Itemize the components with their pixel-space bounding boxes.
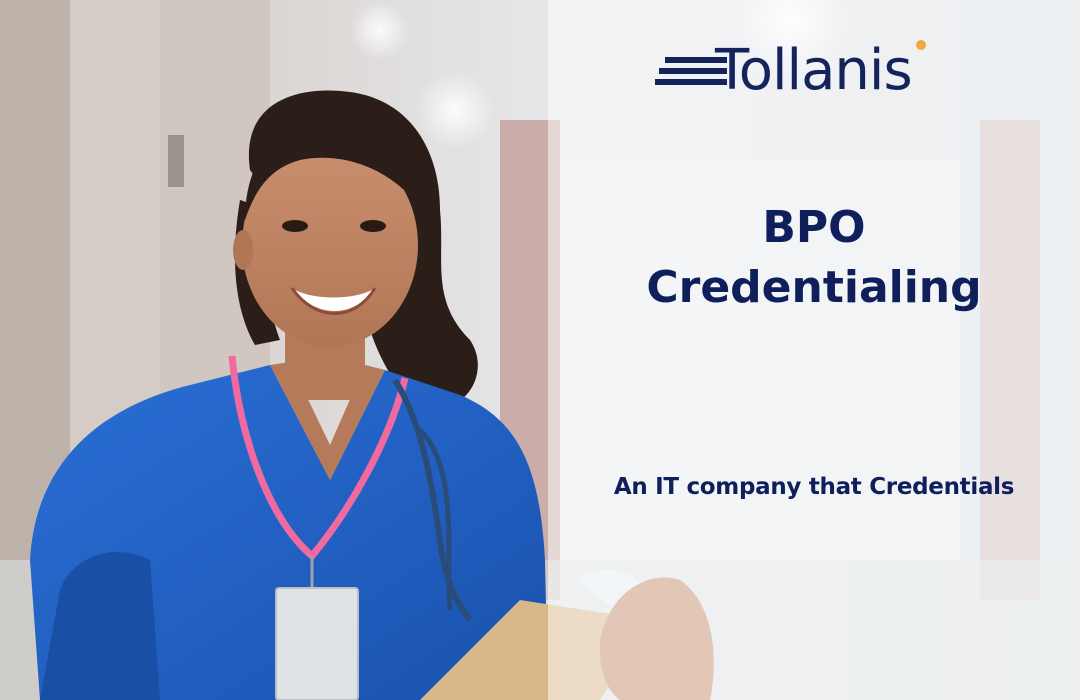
promo-banner: Tollanis BPO Credentialing An IT company… (0, 0, 1080, 700)
tagline: An IT company that Credentials (613, 474, 1015, 500)
brand-accent-dot (916, 40, 926, 50)
text-panel-overlay (548, 0, 1080, 700)
headline: BPO Credentialing (548, 198, 1080, 318)
brand-name: Tollanis (715, 38, 913, 103)
brand-logo: Tollanis (655, 38, 975, 104)
headline-line-2: Credentialing (646, 262, 982, 313)
headline-line-1: BPO (762, 202, 866, 253)
